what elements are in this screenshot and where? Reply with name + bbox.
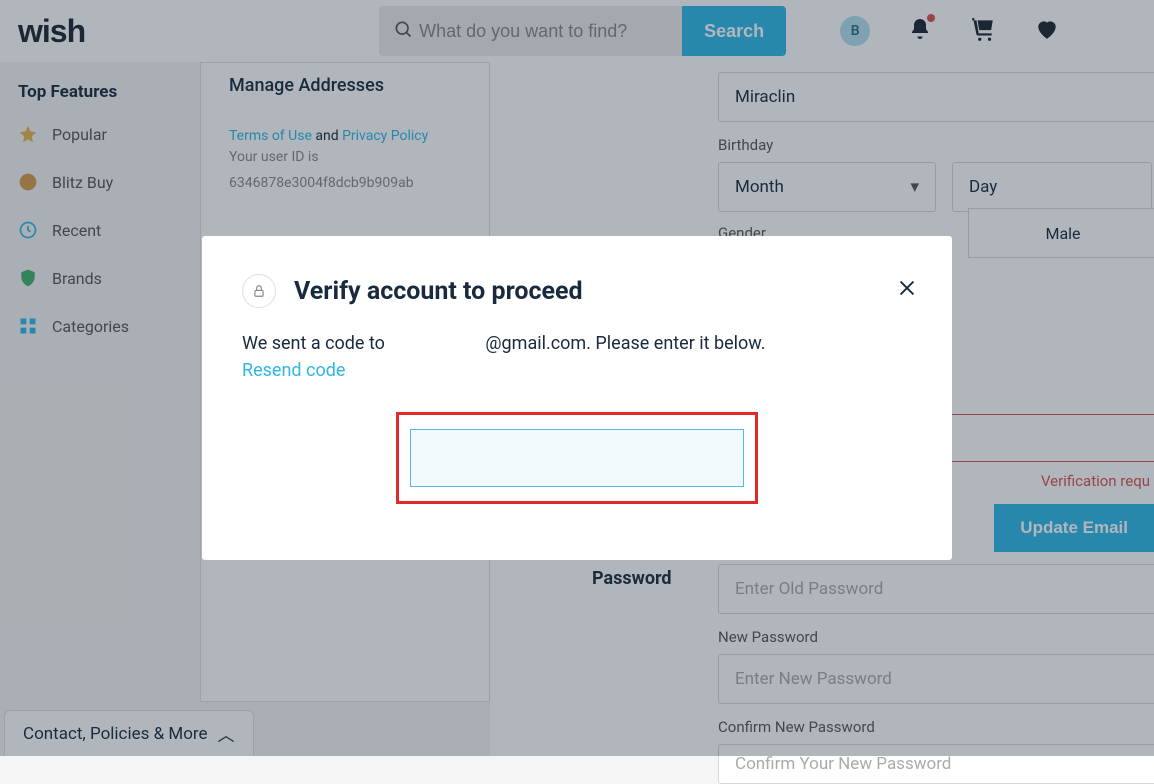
verification-code-input[interactable] (410, 429, 744, 487)
lock-icon (242, 274, 276, 308)
resend-code-link[interactable]: Resend code (242, 360, 345, 381)
modal-overlay: Verify account to proceed We sent a code… (0, 0, 1154, 756)
close-button[interactable] (896, 274, 918, 306)
modal-message: We sent a code to @gmail.com. Please ent… (242, 330, 912, 384)
verify-modal: Verify account to proceed We sent a code… (202, 236, 952, 560)
modal-title: Verify account to proceed (294, 277, 583, 306)
code-input-highlight (396, 412, 758, 504)
